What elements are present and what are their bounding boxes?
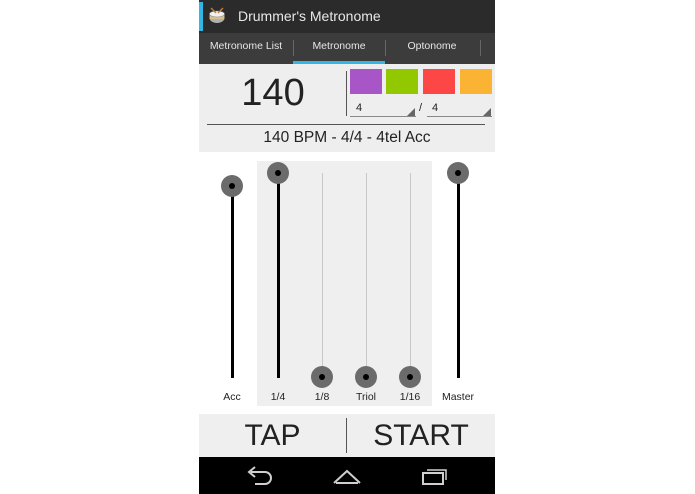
beats-select[interactable]: 4 [356, 102, 362, 114]
tab-divider [480, 40, 481, 56]
acc-slider-knob[interactable] [221, 175, 243, 197]
quarter-slider-label: 1/4 [270, 391, 286, 403]
quarter-slider-knob[interactable] [267, 162, 289, 184]
action-bar: Drummer's Metronome [199, 0, 495, 33]
master-slider-knob[interactable] [447, 162, 469, 184]
system-nav-bar [199, 457, 495, 494]
phone-screen: Drummer's Metronome Metronome List Metro… [199, 0, 495, 494]
acc-slider-track[interactable] [231, 186, 234, 378]
sixteenth-slider-label: 1/16 [399, 391, 421, 403]
triplet-slider-label: Triol [355, 391, 377, 403]
dropdown-triangle-icon [407, 108, 415, 116]
tap-button[interactable]: TAP [199, 418, 346, 454]
color-swatch-green[interactable] [386, 69, 418, 94]
tab-bar: Metronome List Metronome Optonome [199, 33, 495, 64]
tempo-summary: 140 BPM - 4/4 - 4tel Acc [263, 129, 431, 146]
master-slider-label: Master [441, 391, 475, 403]
triplet-slider-track[interactable] [366, 173, 367, 378]
color-swatch-red[interactable] [423, 69, 455, 94]
color-swatch-orange[interactable] [460, 69, 492, 94]
triplet-slider-knob[interactable] [355, 366, 377, 388]
panel-divider [346, 71, 347, 116]
note-value-select[interactable]: 4 [432, 102, 438, 114]
tab-metronome[interactable]: Metronome [293, 33, 385, 64]
home-icon[interactable] [332, 466, 362, 486]
back-icon[interactable] [245, 466, 275, 486]
sixteenth-slider-track[interactable] [410, 173, 411, 378]
panel-divider [207, 124, 485, 125]
master-slider-track[interactable] [457, 173, 460, 378]
time-signature-slash: / [419, 102, 423, 114]
note-value-select-underline [427, 116, 492, 117]
eighth-slider-label: 1/8 [314, 391, 330, 403]
start-button[interactable]: START [347, 418, 495, 454]
settings-panel: 140 4 / 4 140 BPM - 4/4 - 4tel Acc [199, 64, 495, 152]
drum-icon[interactable] [208, 7, 226, 25]
beats-select-underline [350, 116, 416, 117]
recent-apps-icon[interactable] [419, 466, 449, 486]
color-swatch-purple[interactable] [350, 69, 382, 94]
eighth-slider-knob[interactable] [311, 366, 333, 388]
eighth-slider-track[interactable] [322, 173, 323, 378]
app-up-indicator[interactable] [199, 2, 203, 31]
app-title: Drummer's Metronome [238, 8, 381, 24]
tab-optonome[interactable]: Optonome [385, 33, 479, 64]
bpm-display[interactable]: 140 [199, 72, 347, 115]
tab-metronome-list[interactable]: Metronome List [199, 33, 293, 64]
control-bar: TAP START [199, 414, 495, 457]
dropdown-triangle-icon [483, 108, 491, 116]
sixteenth-slider-knob[interactable] [399, 366, 421, 388]
acc-slider-label: Acc [223, 391, 241, 403]
quarter-slider-track[interactable] [277, 173, 280, 378]
